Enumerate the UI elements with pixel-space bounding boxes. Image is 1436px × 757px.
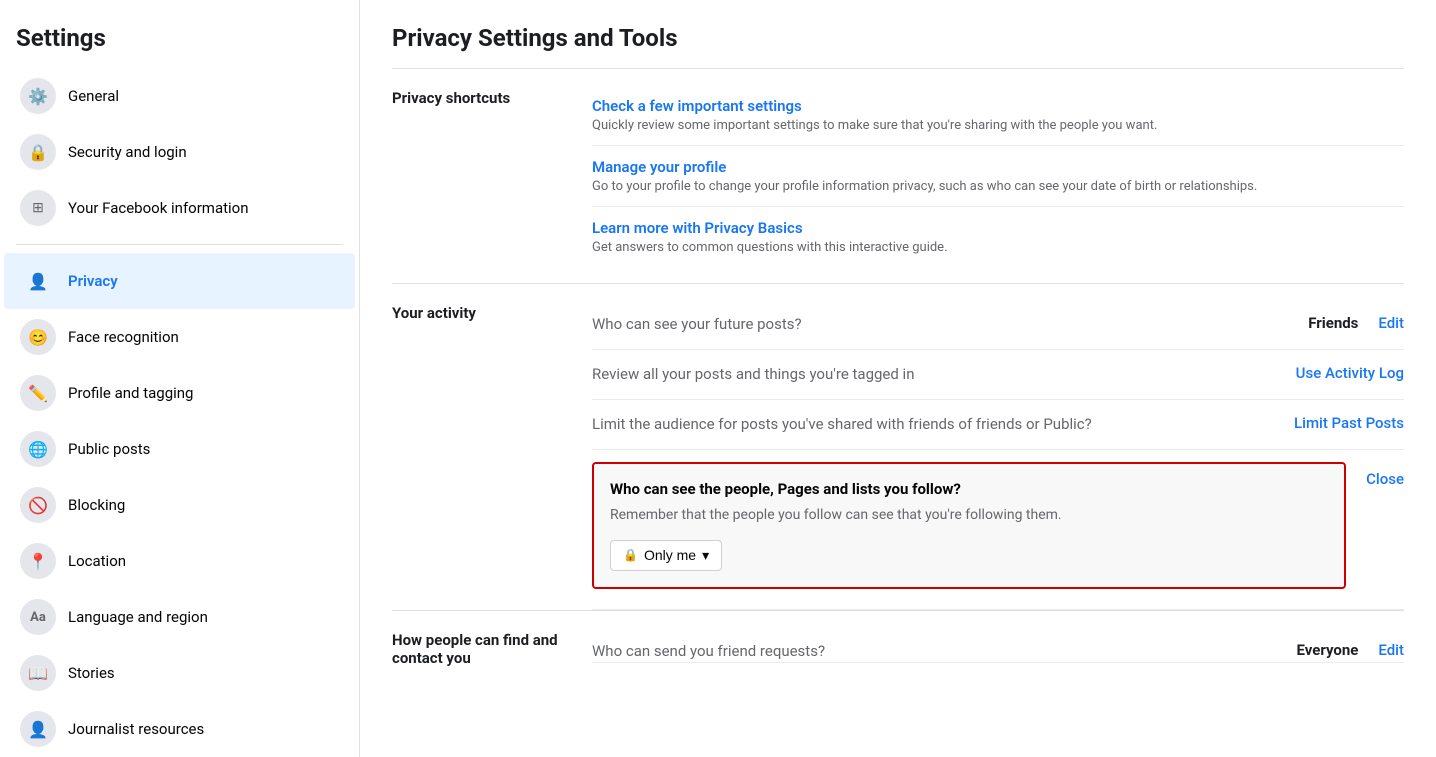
friend-requests-value: Everyone [1297,641,1359,659]
language-icon: Aa [20,599,56,635]
sidebar-label-facebook-info: Your Facebook information [68,199,249,217]
shortcut-desc-2: Go to your profile to change your profil… [592,179,1404,194]
follow-visibility-row: Who can see the people, Pages and lists … [592,450,1404,610]
lock-icon: 🔒 [20,134,56,170]
sidebar-label-profile-tagging: Profile and tagging [68,384,193,402]
review-posts-row: Review all your posts and things you're … [592,350,1404,400]
sidebar-item-face-recognition[interactable]: 😊 Face recognition [4,309,355,365]
lock-small-icon: 🔒 [623,548,638,562]
sidebar: Settings ⚙️ General 🔒 Security and login… [0,0,360,757]
use-activity-log-button[interactable]: Use Activity Log [1296,364,1404,382]
shortcut-row-2: Manage your profile Go to your profile t… [592,146,1404,207]
friend-requests-question: Who can send you friend requests? [592,641,1277,662]
sidebar-item-public-posts[interactable]: 🌐 Public posts [4,421,355,477]
sidebar-item-privacy[interactable]: 👤 Privacy [4,253,355,309]
sidebar-label-location: Location [68,552,126,570]
tag-icon: ✏️ [20,375,56,411]
location-icon: 📍 [20,543,56,579]
gear-icon: ⚙️ [20,78,56,114]
future-posts-value: Friends [1308,314,1358,332]
follow-visibility-desc: Remember that the people you follow can … [610,506,1328,526]
shortcut-link-3[interactable]: Learn more with Privacy Basics [592,219,1404,237]
info-icon: ⊞ [20,190,56,226]
your-activity-label: Your activity [392,300,592,610]
face-icon: 😊 [20,319,56,355]
privacy-icon: 👤 [20,263,56,299]
shortcut-row-3: Learn more with Privacy Basics Get answe… [592,207,1404,267]
shortcut-desc-1: Quickly review some important settings t… [592,118,1404,133]
future-posts-row: Who can see your future posts? Friends E… [592,300,1404,350]
sidebar-item-journalist[interactable]: 👤 Journalist resources [4,701,355,757]
shortcut-link-2[interactable]: Manage your profile [592,158,1404,176]
close-follow-visibility-button[interactable]: Close [1366,470,1404,488]
future-posts-question: Who can see your future posts? [592,314,1288,335]
sidebar-label-face-recognition: Face recognition [68,328,179,346]
sidebar-title: Settings [0,16,359,68]
sidebar-item-blocking[interactable]: 🚫 Blocking [4,477,355,533]
audience-label: Only me [644,547,696,563]
shortcut-desc-3: Get answers to common questions with thi… [592,240,1404,255]
privacy-shortcuts-label: Privacy shortcuts [392,85,592,267]
main-content: Privacy Settings and Tools Privacy short… [360,0,1436,757]
follow-visibility-box: Who can see the people, Pages and lists … [592,462,1346,589]
limit-past-posts-button[interactable]: Limit Past Posts [1294,414,1404,432]
sidebar-item-profile-tagging[interactable]: ✏️ Profile and tagging [4,365,355,421]
page-title: Privacy Settings and Tools [392,24,1404,52]
stories-icon: 📖 [20,655,56,691]
sidebar-item-language[interactable]: Aa Language and region [4,589,355,645]
privacy-shortcuts-section: Privacy shortcuts Check a few important … [392,69,1404,284]
sidebar-item-security[interactable]: 🔒 Security and login [4,124,355,180]
sidebar-label-general: General [68,87,119,105]
future-posts-edit-button[interactable]: Edit [1378,314,1404,332]
sidebar-label-privacy: Privacy [68,272,118,290]
sidebar-item-location[interactable]: 📍 Location [4,533,355,589]
dropdown-arrow-icon: ▾ [702,547,709,564]
audience-selector-button[interactable]: 🔒 Only me ▾ [610,540,722,571]
sidebar-item-general[interactable]: ⚙️ General [4,68,355,124]
block-icon: 🚫 [20,487,56,523]
globe-icon: 🌐 [20,431,56,467]
shortcut-link-1[interactable]: Check a few important settings [592,97,1404,115]
your-activity-body: Who can see your future posts? Friends E… [592,300,1404,610]
find-contact-body: Who can send you friend requests? Everyo… [592,627,1404,667]
sidebar-label-journalist: Journalist resources [68,720,204,738]
limit-audience-question: Limit the audience for posts you've shar… [592,414,1254,435]
limit-audience-row: Limit the audience for posts you've shar… [592,400,1404,450]
sidebar-item-stories[interactable]: 📖 Stories [4,645,355,701]
follow-visibility-title: Who can see the people, Pages and lists … [610,480,1328,498]
sidebar-label-language: Language and region [68,608,208,626]
shortcut-row-1: Check a few important settings Quickly r… [592,85,1404,146]
sidebar-label-public-posts: Public posts [68,440,150,458]
sidebar-label-stories: Stories [68,664,115,682]
journalist-icon: 👤 [20,711,56,747]
sidebar-item-facebook-info[interactable]: ⊞ Your Facebook information [4,180,355,236]
friend-requests-edit-button[interactable]: Edit [1378,641,1404,659]
privacy-shortcuts-body: Check a few important settings Quickly r… [592,85,1404,267]
sidebar-divider-1 [16,244,343,245]
find-contact-section: How people can find and contact you Who … [392,611,1404,683]
friend-requests-row: Who can send you friend requests? Everyo… [592,627,1404,663]
your-activity-section: Your activity Who can see your future po… [392,284,1404,611]
sidebar-label-security: Security and login [68,143,187,161]
find-contact-label: How people can find and contact you [392,627,592,667]
sidebar-label-blocking: Blocking [68,496,125,514]
review-posts-question: Review all your posts and things you're … [592,364,1256,385]
